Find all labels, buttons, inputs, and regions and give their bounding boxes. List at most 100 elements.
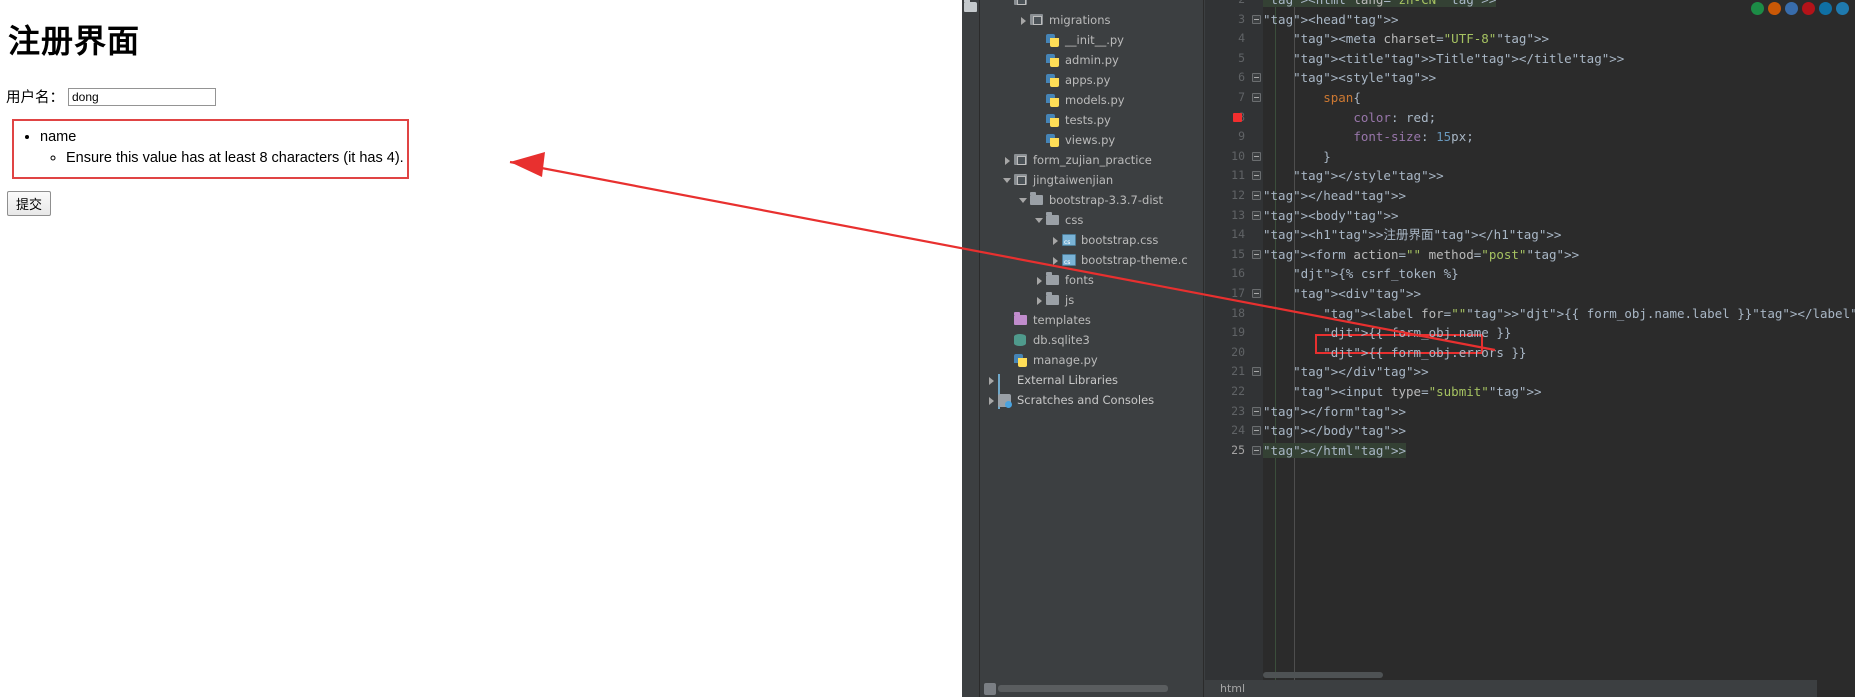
tree-item-bootstrap-3.3.7-dist[interactable]: bootstrap-3.3.7-dist — [980, 190, 1203, 210]
python-icon — [1046, 33, 1061, 47]
tree-item-scratches-and-consoles[interactable]: Scratches and Consoles — [980, 390, 1203, 410]
tree-item-label: fonts — [1065, 273, 1094, 287]
chrome-icon[interactable] — [1751, 1, 1764, 15]
code-fold-toggle[interactable] — [1252, 210, 1261, 220]
code-fold-toggle[interactable] — [1252, 73, 1261, 83]
code-line-16[interactable]: "djt">{% csrf_token %} — [1263, 264, 1459, 284]
tree-item-js[interactable]: js — [980, 290, 1203, 310]
chevron-right-icon[interactable] — [1034, 275, 1045, 286]
editor-horizontal-scrollbar[interactable] — [1263, 672, 1383, 678]
code-fold-toggle[interactable] — [1252, 426, 1261, 436]
code-fold-toggle[interactable] — [1252, 171, 1261, 181]
tree-item-label: External Libraries — [1017, 373, 1119, 387]
tree-item-label: form_zujian_practice — [1033, 153, 1152, 167]
tree-item-models.py[interactable]: models.py — [980, 90, 1203, 110]
code-line-25[interactable]: "tag"></html"tag">> — [1263, 441, 1407, 461]
code-fold-toggle[interactable] — [1252, 14, 1261, 24]
code-fold-toggle[interactable] — [1252, 93, 1261, 102]
editor-line-number-gutter[interactable]: 2345678910111213141516171819202122232425 — [1205, 0, 1251, 680]
tree-horizontal-scrollbar[interactable] — [998, 685, 1168, 692]
code-line-8[interactable]: color: red; — [1263, 108, 1436, 128]
edge-icon[interactable] — [1819, 1, 1832, 15]
code-line-19[interactable]: "djt">{{ form_obj.name }} — [1263, 323, 1511, 343]
edge-legacy-icon[interactable] — [1836, 1, 1849, 15]
tree-item-migrations[interactable]: migrations — [980, 10, 1203, 30]
chevron-down-icon[interactable] — [1018, 195, 1029, 206]
tree-item-db.sqlite3[interactable]: db.sqlite3 — [980, 330, 1203, 350]
tree-item-admin.py[interactable]: admin.py — [980, 50, 1203, 70]
chevron-right-icon[interactable] — [986, 375, 997, 386]
tree-item-templates[interactable]: templates — [980, 310, 1203, 330]
chevron-right-icon[interactable] — [1034, 295, 1045, 306]
code-line-9[interactable]: font-size: 15px; — [1263, 127, 1473, 147]
code-line-6[interactable]: "tag"><style"tag">> — [1263, 68, 1436, 88]
tree-item-external-libraries[interactable]: External Libraries — [980, 370, 1203, 409]
chevron-right-icon[interactable] — [1002, 155, 1013, 166]
code-fold-toggle[interactable] — [1252, 151, 1261, 161]
tree-item-tests.py[interactable]: tests.py — [980, 110, 1203, 130]
chevron-right-icon[interactable] — [1050, 235, 1061, 246]
tree-item-manage.py[interactable]: manage.py — [980, 350, 1203, 370]
chevron-right-icon[interactable] — [1050, 255, 1061, 266]
css-icon — [1062, 253, 1077, 267]
code-line-12[interactable]: "tag"></head"tag">> — [1263, 186, 1406, 206]
tree-item-jingtaiwenjian[interactable]: jingtaiwenjian — [980, 170, 1203, 190]
code-line-24[interactable]: "tag"></body"tag">> — [1263, 421, 1406, 441]
status-breadcrumb-html[interactable]: html — [1220, 682, 1245, 695]
editor-fold-column[interactable] — [1251, 0, 1263, 680]
tree-item-apps.py_partial[interactable] — [980, 0, 1203, 10]
code-line-10[interactable]: } — [1263, 147, 1331, 167]
code-line-22[interactable]: "tag"><input type="submit""tag">> — [1263, 382, 1541, 402]
code-line-5[interactable]: "tag"><title"tag">>Title"tag"></title"ta… — [1263, 49, 1624, 69]
tree-item-fonts[interactable]: fonts — [980, 270, 1203, 290]
line-number: 6 — [1238, 70, 1245, 85]
tree-item-form_zujian_practice[interactable]: form_zujian_practice — [980, 150, 1203, 170]
code-line-17[interactable]: "tag"><div"tag">> — [1263, 284, 1421, 304]
line-number: 7 — [1238, 90, 1245, 104]
firefox-icon[interactable] — [1768, 1, 1781, 15]
project-tree-pane[interactable]: migrations __init__.py admin.py apps.py mode… — [980, 0, 1204, 697]
code-line-2[interactable]: "tag"><html lang="zh-CN""tag">> — [1263, 0, 1497, 10]
tree-item-bootstrap.css[interactable]: bootstrap.css — [980, 230, 1203, 250]
ie-icon[interactable] — [1785, 1, 1798, 15]
tree-item-apps.py[interactable]: apps.py — [980, 70, 1203, 90]
project-tree-list[interactable]: migrations __init__.py admin.py apps.py mode… — [980, 0, 1203, 670]
submit-button[interactable]: 提交 — [7, 191, 52, 217]
code-fold-toggle[interactable] — [1252, 367, 1261, 377]
code-line-3[interactable]: "tag"><head"tag">> — [1263, 10, 1399, 30]
code-line-4[interactable]: "tag"><meta charset="UTF-8""tag">> — [1263, 29, 1549, 49]
code-line-21[interactable]: "tag"></div"tag">> — [1263, 362, 1429, 382]
tree-item-views.py[interactable]: views.py — [980, 130, 1203, 150]
chevron-right-icon[interactable] — [986, 395, 997, 406]
code-line-20[interactable]: "djt">{{ form_obj.errors }} — [1263, 343, 1526, 363]
opera-icon[interactable] — [1802, 1, 1815, 15]
code-line-18[interactable]: "tag"><label for="""tag">>"djt">{{ form_… — [1263, 304, 1855, 324]
tree-item-bootstrap-theme.c[interactable]: bootstrap-theme.c — [980, 250, 1203, 270]
code-editor[interactable]: 2345678910111213141516171819202122232425… — [1205, 0, 1855, 697]
tree-item-__init__.py[interactable]: __init__.py — [980, 30, 1203, 50]
code-fold-toggle[interactable] — [1252, 249, 1261, 259]
chevron-down-icon[interactable] — [1002, 175, 1013, 186]
browser-open-in-icons[interactable] — [1751, 0, 1849, 16]
username-input[interactable] — [68, 87, 216, 106]
code-line-15[interactable]: "tag"><form action="" method="post""tag"… — [1263, 245, 1579, 265]
code-line-14[interactable]: "tag"><h1"tag">>注册界面"tag"></h1"tag">> — [1263, 225, 1561, 245]
chevron-down-icon[interactable] — [1034, 215, 1045, 226]
project-folder-icon[interactable] — [964, 0, 978, 16]
code-fold-toggle[interactable] — [1252, 289, 1261, 298]
tree-item-css[interactable]: css — [980, 210, 1203, 230]
code-line-23[interactable]: "tag"></form"tag">> — [1263, 402, 1406, 422]
code-fold-toggle[interactable] — [1252, 445, 1261, 455]
code-line-7[interactable]: span{ — [1263, 88, 1361, 108]
code-fold-toggle[interactable] — [1252, 406, 1261, 416]
breakpoint-marker[interactable] — [1233, 112, 1242, 122]
editor-code-area[interactable]: "tag"><html lang="zh-CN""tag">>"tag"><he… — [1263, 0, 1855, 680]
code-fold-toggle[interactable] — [1252, 191, 1261, 200]
code-line-11[interactable]: "tag"></style"tag">> — [1263, 166, 1444, 186]
chevron-right-icon[interactable] — [1018, 15, 1029, 26]
code-line-13[interactable]: "tag"><body"tag">> — [1263, 206, 1399, 226]
